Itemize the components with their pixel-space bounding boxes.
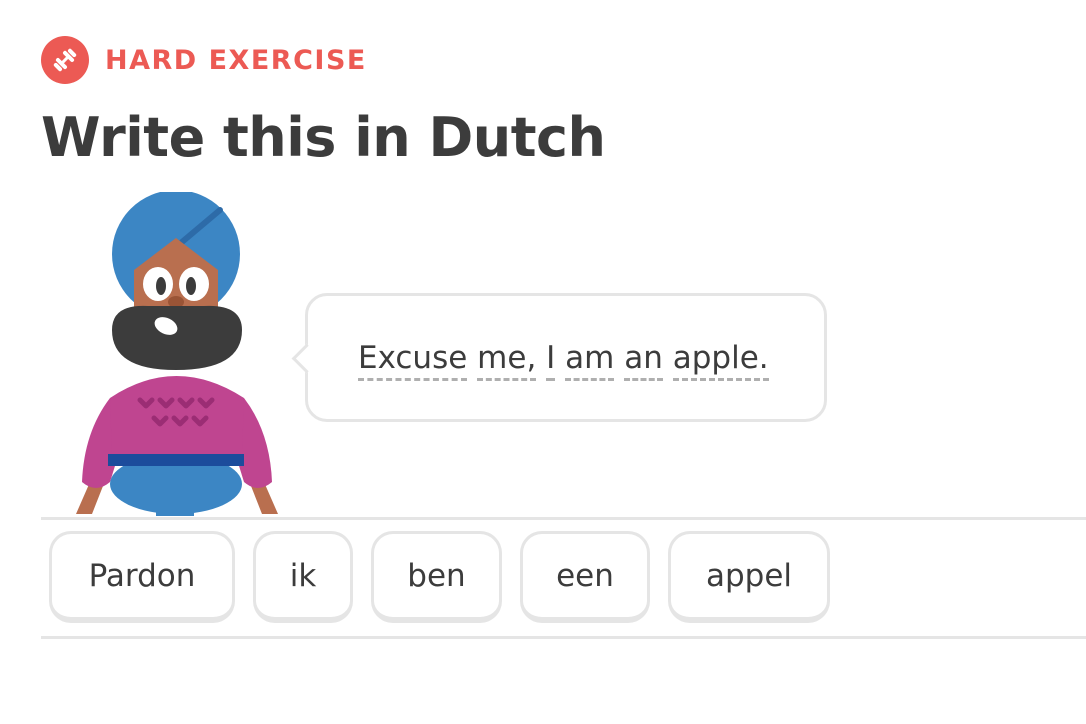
word-chip-pardon[interactable]: Pardon <box>49 531 235 623</box>
word-bank-divider <box>41 636 1086 639</box>
prompt-word[interactable]: me, <box>477 340 537 381</box>
word-chip-appel[interactable]: appel <box>668 531 830 623</box>
prompt-sentence: Excuse me, I am an apple. <box>358 340 769 381</box>
word-chip-ik[interactable]: ik <box>253 531 353 623</box>
word-bank: Pardon ik ben een appel <box>49 531 848 623</box>
page-title: Write this in Dutch <box>41 106 606 169</box>
exercise-page: HARD EXERCISE Write this in Dutch Excuse… <box>0 0 1086 724</box>
word-chip-een[interactable]: een <box>520 531 650 623</box>
word-chip-ben[interactable]: ben <box>371 531 502 623</box>
speech-bubble: Excuse me, I am an apple. <box>291 293 827 422</box>
prompt-word[interactable]: Excuse <box>358 340 468 381</box>
prompt-word[interactable]: am <box>565 340 615 381</box>
character-illustration <box>62 190 292 516</box>
exercise-badge: HARD EXERCISE <box>41 36 367 84</box>
speech-bubble-tail <box>291 343 322 374</box>
prompt-word[interactable]: apple. <box>672 340 769 381</box>
answer-line[interactable] <box>41 517 1086 520</box>
badge-label: HARD EXERCISE <box>105 44 367 76</box>
prompt-word[interactable]: an <box>624 340 663 381</box>
dumbbell-icon <box>41 36 89 84</box>
prompt-word[interactable]: I <box>546 340 556 381</box>
